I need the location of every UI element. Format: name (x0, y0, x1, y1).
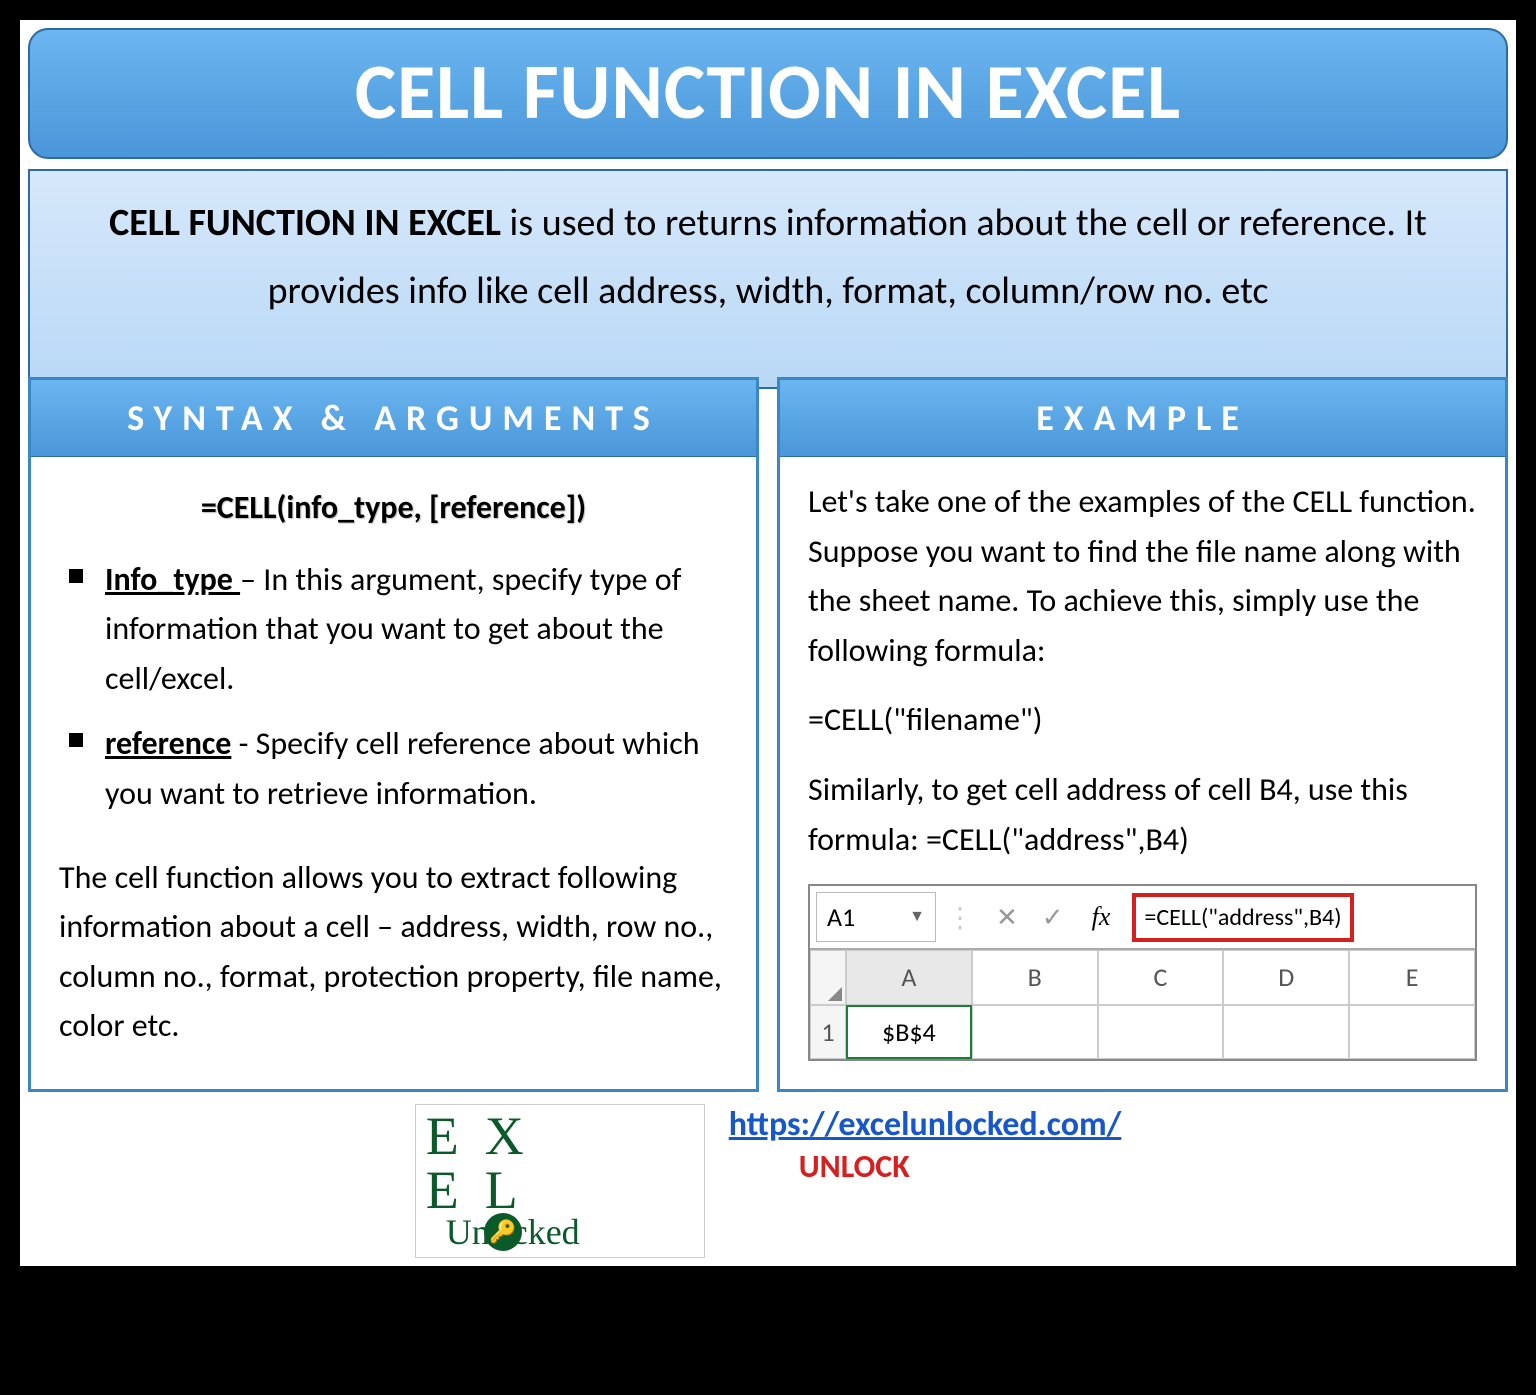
infographic-page: CELL FUNCTION IN EXCEL CELL FUNCTION IN … (20, 20, 1516, 1266)
excel-cell-value: $B$4 (846, 1005, 972, 1059)
logo-bottom-post: cked (512, 1211, 580, 1253)
logo: EX EL Unl 🔑 cked (415, 1104, 705, 1258)
excel-col-header: B (972, 950, 1098, 1004)
cancel-icon: ✕ (996, 897, 1018, 937)
argument-item: reference - Specify cell reference about… (69, 719, 728, 818)
footer: EX EL Unl 🔑 cked https://excelunlocked.c… (28, 1104, 1508, 1258)
bullet-icon (69, 733, 83, 747)
excel-cell (972, 1005, 1098, 1059)
logo-bottom: Unl 🔑 cked (426, 1211, 694, 1253)
confirm-icon: ✓ (1042, 897, 1064, 937)
excel-name-box: A1 ▼ (816, 892, 936, 942)
syntax-paragraph: The cell function allows you to extract … (59, 853, 728, 1051)
dropdown-icon: ▼ (909, 905, 925, 930)
columns: SYNTAX & ARGUMENTS =CELL(info_type, [ref… (28, 377, 1508, 1092)
excel-select-all-corner (810, 950, 846, 1004)
argument-sep: – (240, 560, 263, 599)
footer-url[interactable]: https://excelunlocked.com/ (729, 1104, 1122, 1145)
page-title: CELL FUNCTION IN EXCEL (28, 28, 1508, 159)
excel-cell (1349, 1005, 1475, 1059)
description-bold: CELL FUNCTION IN EXCEL (109, 200, 501, 246)
example-panel: EXAMPLE Let's take one of the examples o… (777, 377, 1508, 1092)
footer-text: https://excelunlocked.com/ UNLOCK (729, 1104, 1122, 1186)
argument-item: Info_type – In this argument, specify ty… (69, 555, 728, 704)
excel-cell (1223, 1005, 1349, 1059)
excel-formula-bar: A1 ▼ ⋮ ✕ ✓ fx =CELL("address",B4) (810, 886, 1475, 950)
example-paragraph-2: Similarly, to get cell address of cell B… (808, 765, 1477, 864)
example-body: Let's take one of the examples of the CE… (780, 457, 1505, 1089)
syntax-heading: SYNTAX & ARGUMENTS (31, 380, 756, 457)
excel-screenshot: A1 ▼ ⋮ ✕ ✓ fx =CELL("address",B4) A B C (808, 884, 1477, 1061)
excel-col-header: C (1098, 950, 1224, 1004)
excel-col-header: D (1223, 950, 1349, 1004)
fx-label: fx (1092, 897, 1111, 937)
separator-icon: ⋮ (946, 896, 974, 939)
argument-name: Info_type (105, 560, 240, 599)
excel-col-header: A (846, 950, 972, 1004)
excel-grid: A B C D E 1 $B$4 (810, 950, 1475, 1059)
excel-formula-highlight: =CELL("address",B4) (1132, 893, 1353, 942)
example-paragraph: Let's take one of the examples of the CE… (808, 477, 1477, 675)
argument-list: Info_type – In this argument, specify ty… (59, 555, 728, 819)
excel-cell (1098, 1005, 1224, 1059)
excel-col-header: E (1349, 950, 1475, 1004)
bullet-icon (69, 569, 83, 583)
syntax-panel: SYNTAX & ARGUMENTS =CELL(info_type, [ref… (28, 377, 759, 1092)
argument-name: reference (105, 724, 231, 763)
example-formula-1: =CELL("filename") (808, 695, 1477, 745)
argument-sep: - (231, 724, 255, 763)
syntax-body: =CELL(info_type, [reference]) Info_type … (31, 457, 756, 1079)
description-box: CELL FUNCTION IN EXCEL is used to return… (28, 169, 1508, 389)
syntax-formula: =CELL(info_type, [reference]) (59, 483, 728, 533)
excel-active-cell: A1 (827, 897, 855, 937)
example-heading: EXAMPLE (780, 380, 1505, 457)
logo-top-text: EX EL (426, 1109, 694, 1217)
footer-unlock: UNLOCK (729, 1147, 1122, 1186)
excel-row-header: 1 (810, 1005, 846, 1059)
